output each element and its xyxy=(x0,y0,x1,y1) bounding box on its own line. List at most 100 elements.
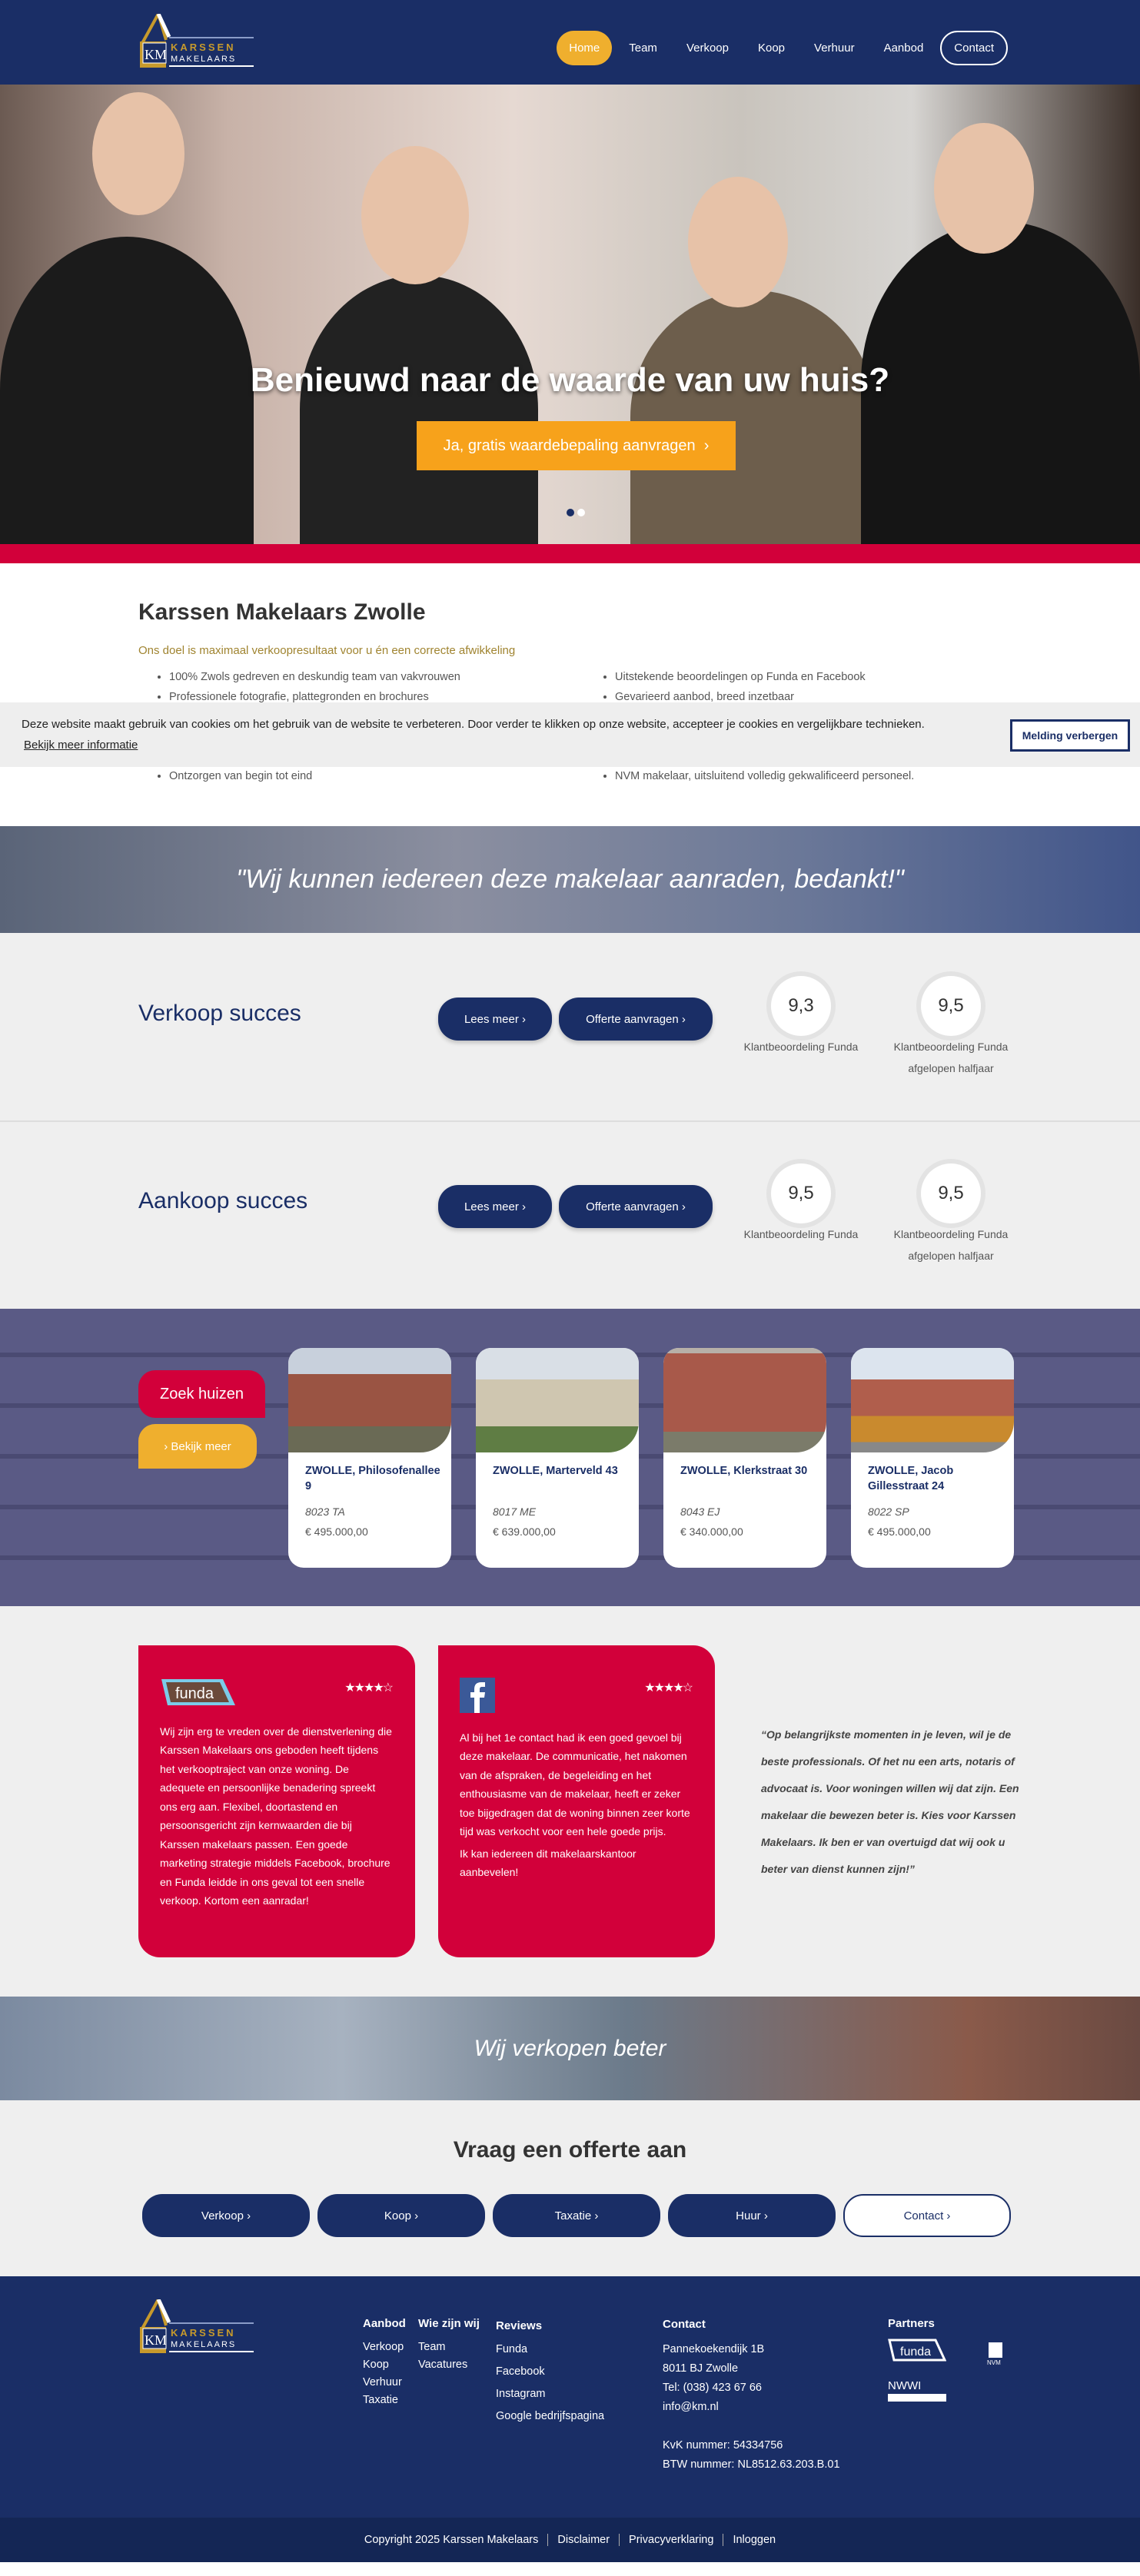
disclaimer-link[interactable]: Disclaimer xyxy=(557,2534,610,2546)
hero-photo xyxy=(688,177,788,307)
footer-link[interactable]: Team xyxy=(418,2339,480,2356)
nav-aanbod[interactable]: Aanbod xyxy=(872,31,936,65)
banner-quote: "Wij kunnen iedereen deze makelaar aanra… xyxy=(236,865,904,894)
verkoop-success: Verkoop succes Lees meer › Offerte aanvr… xyxy=(0,933,1140,1122)
svg-text:MAKELAARS: MAKELAARS xyxy=(171,2340,236,2349)
button-label: Lees meer xyxy=(464,1200,519,1213)
privacy-link[interactable]: Privacyverklaring xyxy=(629,2534,713,2546)
house-price: € 495.000,00 xyxy=(868,1525,931,1538)
nav-team[interactable]: Team xyxy=(617,31,670,65)
footer-heading: Aanbod xyxy=(363,2317,406,2330)
offer-koop-button[interactable]: Koop › xyxy=(317,2194,485,2237)
valuation-cta-button[interactable]: Ja, gratis waardebepaling aanvragen › xyxy=(417,421,736,470)
button-label: Lees meer xyxy=(464,1012,519,1026)
funda-review-card: funda ★★★★☆ Wij zijn erg te vreden over … xyxy=(138,1645,415,1957)
nav-verkoop[interactable]: Verkoop xyxy=(674,31,741,65)
button-label: Verkoop xyxy=(201,2209,244,2222)
nav-koop[interactable]: Koop xyxy=(746,31,797,65)
footer-link[interactable]: Funda xyxy=(496,2339,604,2361)
cookie-info-link[interactable]: Bekijk meer informatie xyxy=(24,739,138,752)
slogan-banner: Wij verkopen beter xyxy=(0,1997,1140,2100)
nav-verhuur[interactable]: Verhuur xyxy=(802,31,867,65)
main-nav: Home Team Verkoop Koop Verhuur Aanbod Co… xyxy=(557,31,1008,65)
phone-link[interactable]: Tel: (038) 423 67 66 xyxy=(663,2378,840,2398)
house-card[interactable]: ZWOLLE, Klerkstraat 30 8043 EJ € 340.000,0… xyxy=(663,1348,826,1568)
offer-title: Vraag een offerte aan xyxy=(453,2137,687,2163)
footer-link[interactable]: Instagram xyxy=(496,2383,604,2405)
footer-link[interactable]: Google bedrijfspagina xyxy=(496,2405,604,2428)
funda-logo: funda xyxy=(161,1679,235,1705)
footer-heading: Partners xyxy=(888,2317,935,2330)
facebook-review-card: ★★★★☆ Al bij het 1e contact had ik een g… xyxy=(438,1645,715,1957)
footer-link[interactable]: Taxatie xyxy=(363,2392,406,2409)
house-photo xyxy=(851,1348,1014,1452)
intro-title: Karssen Makelaars Zwolle xyxy=(138,599,426,625)
house-photo xyxy=(663,1348,826,1452)
house-card[interactable]: ZWOLLE, Marterveld 43 8017 ME € 639.000,00 xyxy=(476,1348,639,1568)
slide-dot[interactable] xyxy=(577,509,585,516)
house-card[interactable]: ZWOLLE, Jacob Gillesstraat 24 8022 SP € 49… xyxy=(851,1348,1014,1568)
offerte-button[interactable]: Offerte aanvragen › xyxy=(559,998,713,1041)
lees-meer-button[interactable]: Lees meer › xyxy=(438,998,552,1041)
offer-huur-button[interactable]: Huur › xyxy=(668,2194,836,2237)
house-postcode: 8017 ME xyxy=(493,1505,537,1518)
nav-home[interactable]: Home xyxy=(557,31,613,65)
bekijk-meer-button[interactable]: › Bekijk meer xyxy=(138,1424,257,1469)
svg-text:KARSSEN: KARSSEN xyxy=(171,41,236,53)
house-price: € 340.000,00 xyxy=(680,1525,743,1538)
house-photo xyxy=(288,1348,451,1452)
usp-item: Professionele fotografie, plattegronden … xyxy=(169,691,615,703)
footer-contact: Contact Pannekoekendijk 1B 8011 BJ Zwolle… xyxy=(663,2315,840,2475)
lees-meer-button[interactable]: Lees meer › xyxy=(438,1185,552,1228)
footer-logo[interactable]: KM KARSSEN MAKELAARS xyxy=(138,2299,258,2355)
offer-taxatie-button[interactable]: Taxatie › xyxy=(493,2194,660,2237)
review-text: Al bij het 1e contact had ik een goed ge… xyxy=(460,1731,690,1838)
usp-item: Uitstekende beoordelingen op Funda en Fa… xyxy=(615,671,1038,683)
hero-photo xyxy=(300,275,538,544)
footer-link[interactable]: Koop xyxy=(363,2356,406,2374)
footer-link[interactable]: Verhuur xyxy=(363,2374,406,2392)
login-link[interactable]: Inloggen xyxy=(733,2534,776,2546)
offer-contact-button[interactable]: Contact › xyxy=(843,2194,1011,2237)
house-price: € 495.000,00 xyxy=(305,1525,368,1538)
house-title: ZWOLLE, Jacob Gillesstraat 24 xyxy=(868,1465,954,1492)
site-footer: KM KARSSEN MAKELAARS Aanbod Verkoop Koop V… xyxy=(0,2276,1140,2518)
slider-dots xyxy=(567,509,585,516)
slide-dot[interactable] xyxy=(567,509,574,516)
karssen-logo[interactable]: KM KARSSEN MAKELAARS xyxy=(138,14,258,69)
offerte-button[interactable]: Offerte aanvragen › xyxy=(559,1185,713,1228)
btw-number: BTW nummer: NL8512.63.203.B.01 xyxy=(663,2458,840,2471)
nav-contact[interactable]: Contact xyxy=(940,31,1008,65)
funda-partner-logo[interactable]: funda xyxy=(888,2339,947,2362)
button-label: Offerte aanvragen xyxy=(586,1200,679,1213)
button-label: Offerte aanvragen xyxy=(586,1012,679,1026)
house-card[interactable]: ZWOLLE, Philosofenallee 9 8023 TA € 495.00… xyxy=(288,1348,451,1568)
score-label: Klantbeoordeling Funda xyxy=(743,1041,859,1053)
copyright-text: Copyright 2025 Karssen Makelaars xyxy=(364,2534,539,2546)
usp-item: 100% Zwols gedreven en deskundig team va… xyxy=(169,671,615,683)
svg-text:funda: funda xyxy=(900,2345,931,2359)
usp-list: Ontzorgen van begin tot eind NVM makelaa… xyxy=(138,770,1038,782)
email-link[interactable]: info@km.nl xyxy=(663,2398,840,2417)
zoek-huizen-button[interactable]: Zoek huizen xyxy=(138,1370,265,1418)
cta-label: Ja, gratis waardebepaling aanvragen xyxy=(443,437,696,454)
score-label: Klantbeoordeling Funda xyxy=(743,1228,859,1240)
review-text: Ik kan iedereen dit makelaarskantoor aan… xyxy=(460,1847,636,1879)
hide-cookie-button[interactable]: Melding verbergen xyxy=(1010,719,1130,752)
house-photo xyxy=(476,1348,639,1452)
footer-link[interactable]: Verkoop xyxy=(363,2339,406,2356)
intro-section: Karssen Makelaars Zwolle Ons doel is max… xyxy=(138,599,1007,782)
footer-partners: Partners funda NVM NWWI xyxy=(888,2315,1002,2402)
nvm-logo[interactable]: NVM xyxy=(986,2342,1005,2365)
score-label: Klantbeoordeling Funda afgelopen halfjaa… xyxy=(893,1041,1009,1074)
review-text: Wij zijn erg te vreden over de dienstver… xyxy=(160,1725,392,1907)
offer-section: Vraag een offerte aan Verkoop › Koop › T… xyxy=(0,2100,1140,2276)
intro-subtitle: Ons doel is maximaal verkoopresultaat vo… xyxy=(138,644,516,657)
footer-link[interactable]: Facebook xyxy=(496,2361,604,2383)
offer-verkoop-button[interactable]: Verkoop › xyxy=(142,2194,310,2237)
section-title: Verkoop succes xyxy=(138,1001,301,1026)
footer-heading: Reviews xyxy=(496,2319,543,2332)
nwwi-logo[interactable]: NWWI xyxy=(888,2378,946,2402)
footer-link[interactable]: Vacatures xyxy=(418,2356,480,2374)
button-label: Koop xyxy=(384,2209,411,2222)
